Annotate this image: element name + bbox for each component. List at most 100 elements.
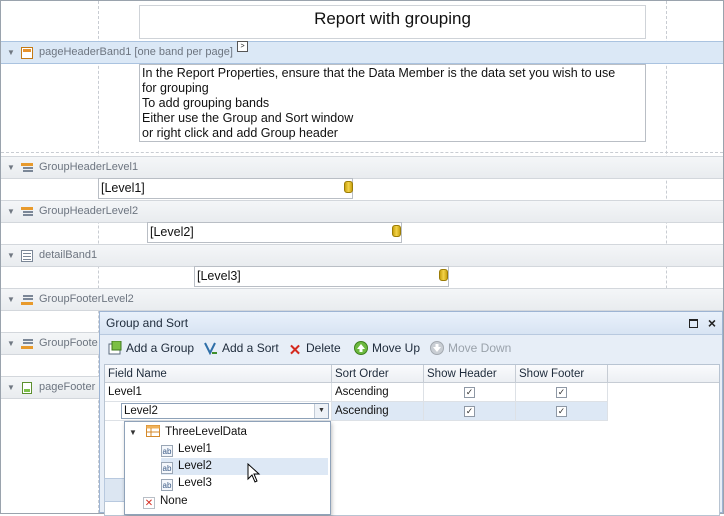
collapse-arrow-icon[interactable]: ▼ [7,157,15,178]
cell-field-name[interactable]: Level1 [105,383,332,402]
cell-sort-order[interactable]: Ascending [332,402,424,421]
band-page-header[interactable]: ▼ pageHeaderBand1 [one band per page] > [1,41,723,64]
column-header-field-name[interactable]: Field Name [105,365,332,383]
mouse-cursor-icon [247,462,261,486]
sort-icon [204,341,218,356]
show-header-checkbox[interactable]: ✓ [464,406,475,417]
band-group-footer-1[interactable]: ▼ GroupFoote [1,332,99,355]
dropdown-item-label: None [160,495,188,507]
maximize-icon[interactable] [689,319,698,328]
band-label: detailBand1 [39,249,98,261]
move-up-label: Move Up [372,341,421,355]
band-label: pageFooter [39,381,96,393]
band-detail[interactable]: ▼ detailBand1 [1,244,723,267]
delete-icon: ✕ [288,342,302,359]
add-group-label: Add a Group [126,341,195,355]
group-footer-band-icon [21,337,33,349]
band-page-footer[interactable]: ▼ pageFooter [1,376,99,399]
band-group-header-1[interactable]: ▼ GroupHeaderLevel1 [1,156,723,179]
string-field-icon: ab [161,445,173,457]
info-line: for grouping [142,81,209,95]
field-level2[interactable]: [Level2] [147,222,402,243]
dropdown-root-label: ThreeLevelData [165,426,247,438]
info-line: or right click and add Group header [142,126,338,140]
add-group-icon [108,340,122,355]
add-group-button[interactable]: Add a Group [108,339,194,357]
band-label: GroupFoote [39,337,98,349]
cell-sort-order[interactable]: Ascending [332,383,424,402]
field-label: [Level2] [150,225,194,239]
add-sort-label: Add a Sort [222,341,279,355]
field-name-combobox[interactable]: Level2 ▼ [121,403,329,419]
collapse-arrow-icon[interactable]: ▼ [7,377,15,398]
database-icon [439,269,448,281]
panel-title-bar: Group and Sort × [100,312,722,335]
chevron-down-icon[interactable]: ▼ [314,404,328,418]
report-title: Report with grouping [314,9,471,28]
collapse-arrow-icon[interactable]: ▼ [7,333,15,354]
delete-label: Delete [306,341,341,355]
close-icon[interactable]: × [708,312,716,334]
cell-show-footer: ✓ [516,402,608,421]
move-down-button[interactable]: Move Down [430,339,511,357]
band-divider [1,152,723,153]
cell-show-footer: ✓ [516,383,608,402]
column-header-show-header[interactable]: Show Header [424,365,516,383]
column-header-show-footer[interactable]: Show Footer [516,365,608,383]
database-icon [344,181,353,193]
move-up-icon [354,341,368,355]
group-header-band-icon [21,205,33,217]
table-icon [146,425,161,443]
expand-arrow-icon[interactable]: ▼ [129,428,137,437]
show-header-checkbox[interactable]: ✓ [464,387,475,398]
move-down-icon [430,341,444,355]
band-group-footer-2[interactable]: ▼ GroupFooterLevel2 [1,288,723,311]
string-field-icon: ab [161,462,173,474]
add-sort-button[interactable]: Add a Sort [204,339,279,357]
band-label: GroupHeaderLevel1 [39,161,139,173]
cell-field-name-editing[interactable]: Level2 ▼ [105,402,332,421]
page-header-band-icon [21,46,33,59]
info-textbox[interactable]: In the Report Properties, ensure that th… [139,64,646,142]
move-down-label: Move Down [448,341,512,355]
detail-band-icon [21,249,33,262]
field-dropdown-list: ▼ ThreeLevelData ab Level1 ab Level2 ab Lev… [124,421,331,515]
band-group-header-2[interactable]: ▼ GroupHeaderLevel2 [1,200,723,223]
field-label: [Level1] [101,181,145,195]
dropdown-item-level1[interactable]: ab Level1 [161,441,328,458]
string-field-icon: ab [161,479,173,491]
collapse-arrow-icon[interactable]: ▼ [7,245,15,266]
cell-show-header: ✓ [424,383,516,402]
database-icon [392,225,401,237]
info-line: To add grouping bands [142,96,270,110]
show-footer-checkbox[interactable]: ✓ [556,387,567,398]
group-footer-band-icon [21,293,33,305]
dropdown-item-level2[interactable]: ab Level2 [161,458,328,475]
field-label: [Level3] [197,269,241,283]
band-label: pageHeaderBand1 [one band per page] [39,46,233,58]
smart-tag-icon[interactable]: > [237,41,248,52]
collapse-arrow-icon[interactable]: ▼ [7,42,15,63]
info-line: In the Report Properties, ensure that th… [142,66,616,80]
dropdown-root-node[interactable]: ▼ ThreeLevelData [129,424,247,441]
report-title-box[interactable]: Report with grouping [139,5,646,39]
show-footer-checkbox[interactable]: ✓ [556,406,567,417]
column-header-sort-order[interactable]: Sort Order [332,365,424,383]
dropdown-item-label: Level3 [178,477,212,489]
group-header-band-icon [21,161,33,173]
move-up-button[interactable]: Move Up [354,339,420,357]
combobox-value: Level2 [124,405,158,417]
field-level1[interactable]: [Level1] [98,178,353,199]
delete-button[interactable]: ✕ Delete [288,339,341,359]
field-level3[interactable]: [Level3] [194,266,449,287]
collapse-arrow-icon[interactable]: ▼ [7,201,15,222]
collapse-arrow-icon[interactable]: ▼ [7,289,15,310]
cell-show-header: ✓ [424,402,516,421]
none-icon: ✕ [143,497,155,509]
dropdown-item-label: Level1 [178,443,212,455]
dropdown-item-none[interactable]: ✕ None [143,493,188,510]
info-line: Either use the Group and Sort window [142,111,354,125]
dropdown-item-level3[interactable]: ab Level3 [161,475,328,492]
dropdown-item-label: Level2 [178,460,212,472]
column-header-filler [608,365,719,383]
